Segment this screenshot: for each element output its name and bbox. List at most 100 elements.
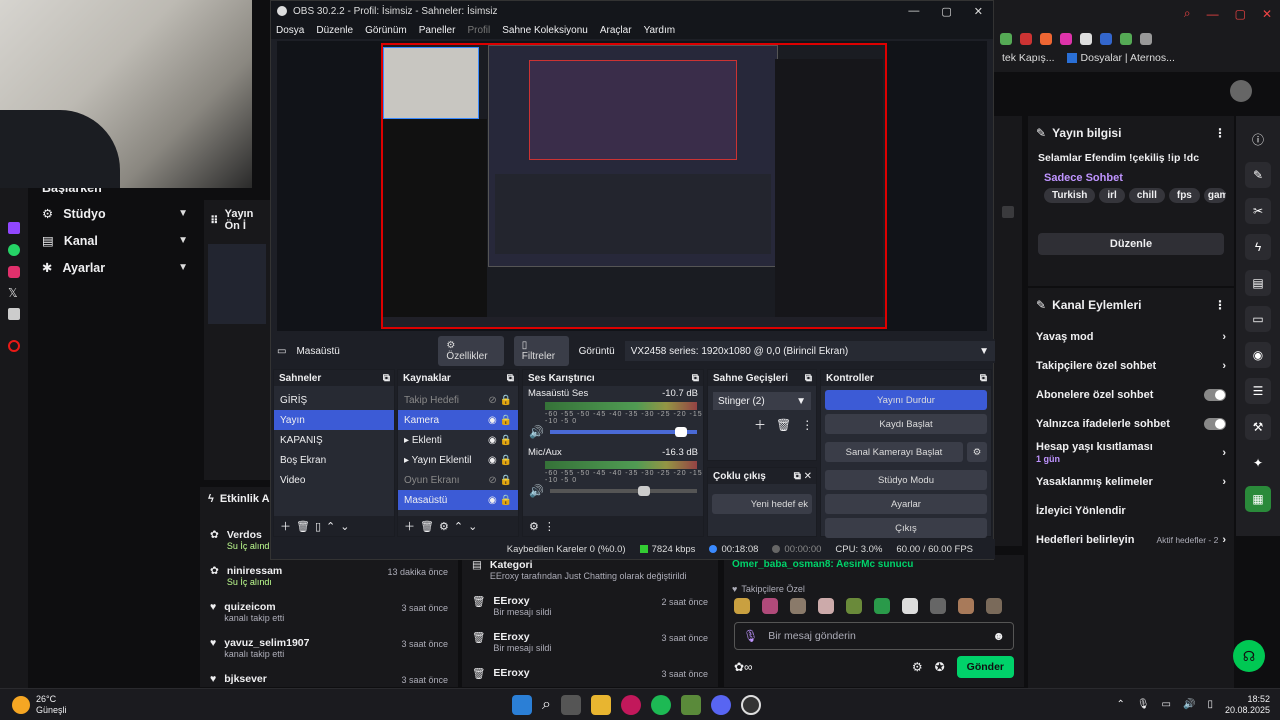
volume-slider[interactable] <box>549 486 697 496</box>
emote[interactable] <box>734 598 750 614</box>
add-icon[interactable]: ＋ <box>280 518 291 534</box>
maximize-icon[interactable]: ▢ <box>941 5 951 18</box>
send-button[interactable]: Gönder <box>956 656 1014 678</box>
weather-widget[interactable]: 26°C Güneşli <box>0 694 67 716</box>
windows-start-icon[interactable] <box>512 694 532 715</box>
nav-item-settings[interactable]: ✱ Ayarlar ▼ <box>28 254 200 281</box>
twitch-icon[interactable] <box>8 222 20 234</box>
network-icon[interactable]: ▭ <box>1162 699 1171 710</box>
extension-icon[interactable] <box>1060 33 1072 45</box>
menu-item[interactable]: Görünüm <box>365 25 407 36</box>
more-icon[interactable]: ⋮ <box>544 520 555 533</box>
emote[interactable] <box>930 598 946 614</box>
maximize-icon[interactable]: ▢ <box>1235 7 1246 21</box>
record-icon[interactable] <box>8 340 20 352</box>
menu-item[interactable]: Paneller <box>419 25 456 36</box>
tag[interactable]: gamir <box>1203 188 1226 203</box>
transition-select[interactable]: Stinger (2) ▼ <box>713 392 811 410</box>
more-icon[interactable]: ⋮ <box>801 418 813 432</box>
avatar[interactable] <box>1230 80 1252 102</box>
close-icon[interactable]: ⧉ ✕ <box>794 471 812 482</box>
broadcast-icon[interactable]: ◉ <box>1245 342 1271 368</box>
subs-only-toggle[interactable] <box>1204 388 1226 401</box>
tag[interactable]: irl <box>1099 188 1125 203</box>
chat-icon[interactable]: ▭ <box>1245 306 1271 332</box>
eye-icon[interactable]: ◉ 🔒 <box>488 415 512 426</box>
extension-icon[interactable] <box>1080 33 1092 45</box>
task-view-icon[interactable] <box>560 694 581 715</box>
extension-icon[interactable] <box>1100 33 1112 45</box>
undock-icon[interactable]: ⧉ <box>980 373 987 384</box>
menu-item[interactable]: Düzenle <box>316 25 353 36</box>
drag-icon[interactable]: ✎ <box>1036 298 1046 312</box>
action-followers-only[interactable]: Takipçilere özel sohbet › <box>1028 351 1234 380</box>
emote-only-toggle[interactable] <box>1204 417 1226 430</box>
spotify-icon[interactable] <box>650 694 671 715</box>
clip-icon[interactable]: ✂ <box>1245 198 1271 224</box>
source-item[interactable]: ▸ Eklenti ◉ 🔒 <box>398 430 518 450</box>
source-item[interactable]: Oyun Ekranı ⊘ 🔒 <box>398 470 518 490</box>
category-name[interactable]: Sadece Sohbet <box>1044 172 1226 184</box>
minecraft-icon[interactable] <box>680 694 701 715</box>
menu-item[interactable]: Sahne Koleksiyonu <box>502 25 588 36</box>
extension-icon[interactable] <box>1020 33 1032 45</box>
mic-icon[interactable]: 🎙 <box>1137 699 1150 710</box>
instagram-icon[interactable] <box>8 266 20 278</box>
source-item[interactable]: ▸ Yayın Eklentil ◉ 🔒 <box>398 450 518 470</box>
virtual-camera-button[interactable]: Sanal Kamerayı Başlat <box>825 442 963 462</box>
undock-icon[interactable]: ⧉ <box>507 373 514 384</box>
scene-preview[interactable] <box>277 41 987 331</box>
edit-icon[interactable]: ✎ <box>1245 162 1271 188</box>
trash-icon[interactable]: 🗑 <box>776 418 791 432</box>
source-item[interactable]: Kamera ◉ 🔒 <box>398 410 518 430</box>
down-icon[interactable]: ⌄ <box>468 520 477 533</box>
minimize-icon[interactable]: — <box>1207 7 1219 21</box>
hidden-eye-icon[interactable]: ⊘ 🔒 <box>488 475 512 486</box>
chat-input[interactable]: 🎙 Bir mesaj gönderin ☻ <box>734 622 1014 650</box>
tag[interactable]: chill <box>1128 188 1165 203</box>
add-icon[interactable]: ＋ <box>754 416 766 433</box>
film-icon[interactable]: ▦ <box>1245 486 1271 512</box>
trash-icon[interactable]: 🗑 <box>296 520 310 533</box>
emote[interactable] <box>846 598 862 614</box>
emote[interactable] <box>790 598 806 614</box>
action-banned-words[interactable]: Yasaklanmış kelimeler › <box>1028 467 1234 496</box>
extension-icon[interactable] <box>1140 33 1152 45</box>
file-explorer-icon[interactable] <box>590 694 611 715</box>
source-item[interactable]: Takip Hedefi ⊘ 🔒 <box>398 390 518 410</box>
filters-button[interactable]: ▯ Filtreler <box>513 336 569 366</box>
search-icon[interactable]: ⌕ <box>542 696 551 714</box>
add-icon[interactable]: ＋ <box>404 518 415 534</box>
source-item[interactable]: Masaüstü ◉ 🔒 <box>398 490 518 510</box>
clock[interactable]: 18:52 20.08.2025 <box>1225 694 1270 716</box>
more-icon[interactable]: ⋮ <box>1214 298 1226 312</box>
points-icon[interactable]: ✿∞ <box>734 660 753 674</box>
action-account-age[interactable]: Hesap yaşı kısıtlaması 1 gün › <box>1028 438 1234 467</box>
filter-icon[interactable]: ▯ <box>315 520 321 533</box>
layout-icon[interactable]: ☰ <box>1245 378 1271 404</box>
chevron-up-icon[interactable]: ⌃ <box>1116 699 1124 710</box>
badge-icon[interactable]: ✪ <box>935 660 945 674</box>
action-emote-only[interactable]: Yalnızca ifadelerle sohbet <box>1028 409 1234 438</box>
eye-icon[interactable]: ◉ 🔒 <box>488 435 512 446</box>
drag-icon[interactable]: ⠿ <box>210 214 219 227</box>
scene-item[interactable]: Yayın <box>274 410 394 430</box>
undock-icon[interactable]: ⧉ <box>805 373 812 384</box>
trash-icon[interactable]: 🗑 <box>420 520 434 533</box>
menu-item[interactable]: Dosya <box>276 25 304 36</box>
undock-icon[interactable]: ⧉ <box>692 373 699 384</box>
mod-item[interactable]: 🗑 EEroxy Bir mesajı sildi 2 saat önce <box>462 591 718 627</box>
gear-icon[interactable]: ⚙ <box>439 520 449 533</box>
close-icon[interactable] <box>1002 206 1014 218</box>
volume-icon[interactable]: 🔊 <box>1183 699 1195 710</box>
notes-icon[interactable]: ▤ <box>1245 270 1271 296</box>
close-icon[interactable]: ✕ <box>974 5 983 18</box>
stop-streaming-button[interactable]: Yayını Durdur <box>825 390 987 410</box>
exit-button[interactable]: Çıkış <box>825 518 987 538</box>
search-icon[interactable]: ⌕ <box>1184 6 1191 21</box>
x-icon[interactable]: 𝕏 <box>8 286 28 300</box>
extension-icon[interactable] <box>1040 33 1052 45</box>
activity-item[interactable]: ✿ niniressam Su İç alındı 13 dakika önce <box>200 561 458 597</box>
down-icon[interactable]: ⌄ <box>340 520 349 533</box>
speaker-icon[interactable]: 🔊 <box>529 425 544 439</box>
